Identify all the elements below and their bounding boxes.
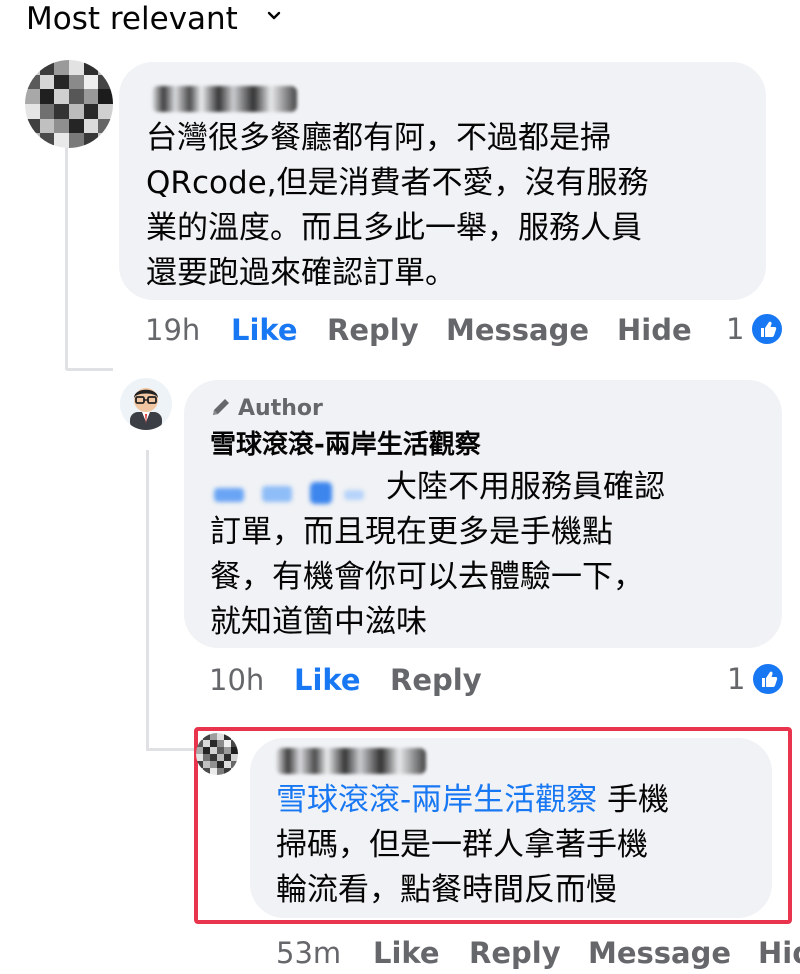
chevron-down-icon[interactable] — [266, 4, 282, 28]
comment-author-name[interactable] — [152, 86, 297, 112]
avatar[interactable] — [196, 733, 238, 775]
thread-connector — [65, 368, 113, 371]
comment-author-name[interactable] — [276, 748, 426, 774]
reply-button[interactable]: Reply — [469, 936, 561, 970]
thread-connector — [146, 748, 194, 751]
thumbs-up-icon[interactable] — [750, 312, 784, 346]
comment-author-name[interactable]: 雪球滾滾-兩岸生活觀察 — [210, 430, 481, 460]
avatar[interactable] — [25, 60, 113, 148]
reaction-count[interactable]: 1 — [727, 662, 745, 696]
comment-text: 掃碼，但是一群人拿著手機 輪流看，點餐時間反而慢 — [276, 827, 648, 908]
comment-text-after-mention: 手機 — [597, 782, 670, 818]
avatar[interactable] — [120, 378, 172, 430]
hide-button[interactable]: Hide — [617, 313, 692, 347]
like-button[interactable]: Like — [294, 663, 361, 697]
comment-text: 台灣很多餐廳都有阿，不過都是掃 QRcode,但是消費者不愛，沒有服務 業的溫度… — [146, 120, 649, 291]
comment-timestamp[interactable]: 10h — [209, 663, 264, 697]
thumbs-up-icon[interactable] — [751, 662, 785, 696]
comment-timestamp[interactable]: 53m — [276, 936, 341, 970]
reaction-count[interactable]: 1 — [726, 312, 744, 346]
like-button[interactable]: Like — [231, 313, 298, 347]
author-badge: Author — [210, 396, 323, 425]
message-button[interactable]: Message — [446, 313, 589, 347]
reply-button[interactable]: Reply — [390, 663, 482, 697]
thread-line — [65, 120, 68, 370]
comment-text-first-line: 雪球滾滾-兩岸生活觀察 手機 — [276, 778, 766, 823]
thread-line — [146, 450, 149, 750]
like-button[interactable]: Like — [373, 936, 440, 970]
message-button[interactable]: Message — [588, 936, 731, 970]
author-badge-label: Author — [238, 396, 323, 421]
sort-dropdown-label[interactable]: Most relevant — [26, 0, 238, 38]
hide-button[interactable]: Hid — [758, 936, 800, 970]
comment-timestamp[interactable]: 19h — [145, 313, 200, 347]
comment-text: 大陸不用服務員確認 訂單，而且現在更多是手機點 餐，有機會你可以去體驗一下， 就… — [210, 469, 665, 640]
mention-link[interactable]: 雪球滾滾-兩岸生活觀察 — [276, 782, 597, 818]
reply-button[interactable]: Reply — [327, 313, 419, 347]
pencil-icon — [210, 396, 232, 425]
